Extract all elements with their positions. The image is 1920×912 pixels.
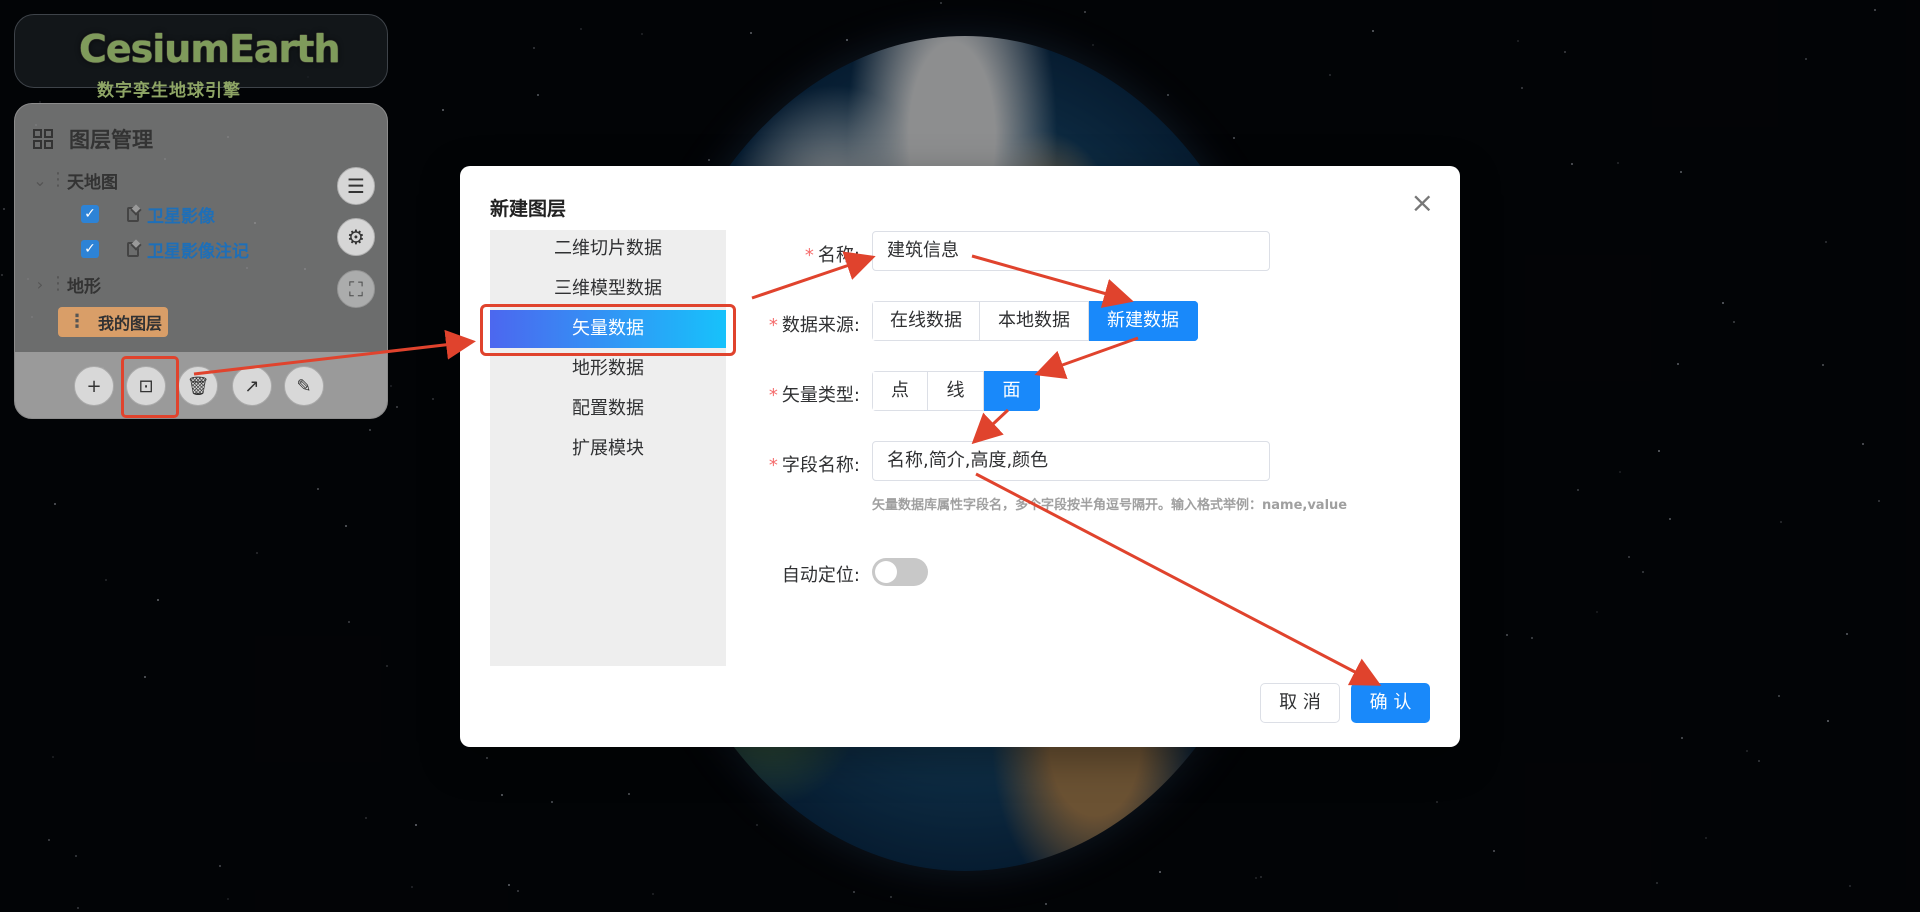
tree-node-satellite[interactable]: ✓ 卫星影像 bbox=[81, 200, 215, 228]
layer-management-panel: 图层管理 ⌄ ⋮ 天地图 ✓ 卫星影像 ✓ 卫星影像注记 › ⋮ 地形 ⋮ 我的… bbox=[14, 103, 388, 419]
tree-label-my-layer: 我的图层 bbox=[98, 314, 163, 333]
chevron-right-icon[interactable]: › bbox=[31, 275, 49, 294]
tree-node-terrain[interactable]: › ⋮ 地形 bbox=[31, 270, 101, 298]
confirm-button[interactable]: 确 认 bbox=[1351, 683, 1430, 723]
scan-button[interactable]: ⛶ bbox=[337, 270, 375, 308]
menu-item-3d-models[interactable]: 三维模型数据 bbox=[490, 270, 726, 308]
source-new-option[interactable]: 新建数据 bbox=[1089, 301, 1198, 341]
highlight-vector-menu bbox=[480, 304, 736, 356]
layer-type-menu: 二维切片数据 三维模型数据 矢量数据 地形数据 配置数据 扩展模块 bbox=[490, 230, 726, 666]
file-icon bbox=[127, 241, 139, 257]
edit-button[interactable]: ✎ bbox=[284, 366, 324, 406]
field-label: * 字段名称: bbox=[768, 455, 860, 476]
brand-title: CesiumEarth bbox=[79, 27, 341, 71]
drag-handle-icon[interactable]: ⋮ bbox=[49, 171, 67, 189]
dialog-title: 新建图层 bbox=[490, 198, 567, 220]
highlight-new-layer-button bbox=[121, 356, 179, 418]
delete-button[interactable]: 🗑 bbox=[178, 366, 218, 406]
add-group-icon: + bbox=[86, 375, 102, 397]
export-button[interactable]: ↗ bbox=[232, 366, 272, 406]
source-local-option[interactable]: 本地数据 bbox=[980, 301, 1089, 341]
panel-title: 图层管理 bbox=[69, 128, 153, 152]
tree-label-tianditu: 天地图 bbox=[67, 172, 118, 193]
name-label: * 名称: bbox=[804, 245, 860, 266]
tree-node-tianditu[interactable]: ⌄ ⋮ 天地图 bbox=[31, 166, 118, 194]
layer-panel-header: 图层管理 bbox=[33, 124, 153, 154]
brand-logo: CesiumEarth 数字孪生地球引擎 bbox=[14, 14, 388, 101]
checkbox-checked-icon[interactable]: ✓ bbox=[81, 240, 99, 258]
tree-label-terrain: 地形 bbox=[67, 276, 101, 297]
edit-icon: ✎ bbox=[296, 375, 312, 397]
source-selector: 在线数据 本地数据 新建数据 bbox=[872, 301, 1198, 341]
scan-icon: ⛶ bbox=[349, 277, 363, 301]
vector-type-label: * 矢量类型: bbox=[768, 385, 860, 406]
vector-type-line[interactable]: 线 bbox=[928, 371, 984, 411]
vector-type-polygon[interactable]: 面 bbox=[984, 371, 1040, 411]
menu-item-2d-tiles[interactable]: 二维切片数据 bbox=[490, 230, 726, 268]
grid-icon bbox=[33, 129, 53, 149]
source-label: * 数据来源: bbox=[768, 315, 860, 336]
drag-handle-icon[interactable]: ⋮ bbox=[68, 313, 86, 331]
layer-toolbar: + ⊡ 🗑 ↗ ✎ bbox=[15, 352, 387, 418]
trash-icon: 🗑 bbox=[186, 375, 210, 397]
add-group-button[interactable]: + bbox=[74, 366, 114, 406]
checkbox-checked-icon[interactable]: ✓ bbox=[81, 205, 99, 223]
menu-item-config-data[interactable]: 配置数据 bbox=[490, 390, 726, 428]
auto-locate-switch[interactable] bbox=[872, 558, 928, 586]
close-icon[interactable]: × bbox=[1411, 186, 1434, 219]
field-hint: 矢量数据库属性字段名，多个字段按半角逗号隔开。输入格式举例：name,value bbox=[872, 498, 1348, 513]
gear-icon: ⚙ bbox=[347, 225, 365, 249]
new-layer-dialog: 新建图层 × 二维切片数据 三维模型数据 矢量数据 地形数据 配置数据 扩展模块… bbox=[460, 166, 1460, 747]
chevron-down-icon[interactable]: ⌄ bbox=[31, 171, 49, 190]
file-icon bbox=[127, 206, 139, 222]
settings-button[interactable]: ⚙ bbox=[337, 218, 375, 256]
cancel-button[interactable]: 取 消 bbox=[1260, 683, 1340, 723]
field-input[interactable]: 名称,简介,高度,颜色 bbox=[872, 441, 1270, 481]
tree-node-my-layer[interactable]: ⋮ 我的图层 bbox=[58, 307, 168, 337]
name-input[interactable]: 建筑信息 bbox=[872, 231, 1270, 271]
brand-subtitle: 数字孪生地球引擎 bbox=[97, 81, 241, 101]
menu-item-extension-module[interactable]: 扩展模块 bbox=[490, 430, 726, 468]
tree-label-satellite-label: 卫星影像注记 bbox=[147, 241, 249, 262]
drag-handle-icon[interactable]: ⋮ bbox=[49, 275, 67, 293]
auto-locate-label: 自动定位: bbox=[781, 565, 860, 586]
source-online-option[interactable]: 在线数据 bbox=[872, 301, 980, 341]
vector-type-point[interactable]: 点 bbox=[872, 371, 928, 411]
list-indent-button[interactable]: ☰ bbox=[337, 167, 375, 205]
vector-type-selector: 点 线 面 bbox=[872, 371, 1040, 411]
tree-node-satellite-label[interactable]: ✓ 卫星影像注记 bbox=[81, 235, 249, 263]
export-icon: ↗ bbox=[244, 375, 260, 397]
tree-label-satellite: 卫星影像 bbox=[147, 206, 215, 227]
list-indent-icon: ☰ bbox=[347, 174, 365, 198]
